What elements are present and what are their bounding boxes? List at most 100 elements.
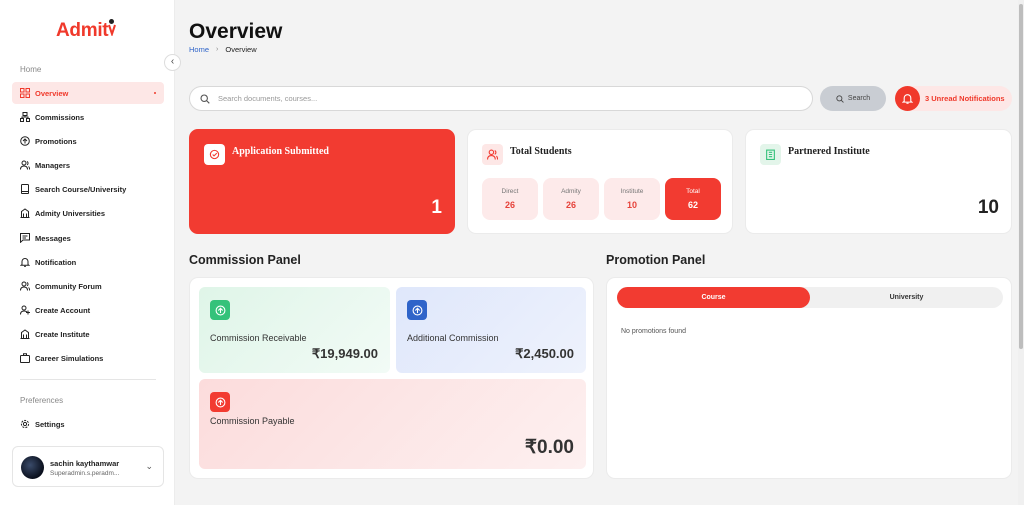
search-button-label: Search xyxy=(847,95,871,102)
user-plus-icon xyxy=(20,305,30,315)
sidebar-item-label: Messages xyxy=(35,233,71,243)
users-icon xyxy=(482,144,503,165)
students-institute-stat: Institute 10 xyxy=(604,178,660,220)
collapse-sidebar-button[interactable]: ‹ xyxy=(164,54,181,71)
arrow-circle-icon xyxy=(20,136,30,146)
bell-icon xyxy=(895,86,920,111)
sidebar-item-messages[interactable]: Messages xyxy=(12,227,164,249)
promotion-tabs: Course University xyxy=(617,287,1003,308)
commission-panel: Commission Receivable ₹19,949.00 Additio… xyxy=(189,277,594,479)
arrow-circle-icon xyxy=(210,300,230,320)
sidebar-item-label: Search Course/University xyxy=(35,184,127,194)
search-button[interactable]: Search xyxy=(820,86,886,111)
additional-commission-card[interactable]: Additional Commission ₹2,450.00 xyxy=(396,287,586,373)
commission-payable-card[interactable]: Commission Payable ₹0.00 xyxy=(199,379,586,469)
sidebar-item-label: Create Account xyxy=(35,305,91,315)
promotion-panel-title: Promotion Panel xyxy=(606,253,706,267)
building-icon xyxy=(760,144,781,165)
sidebar-item-create-institute[interactable]: Create Institute xyxy=(12,323,164,345)
stat-value: 62 xyxy=(687,200,698,210)
chevron-right-icon: › xyxy=(216,46,219,53)
stat-label: Institute xyxy=(620,188,644,195)
sidebar-item-community-forum[interactable]: Community Forum xyxy=(12,275,164,297)
commission-value: ₹19,949.00 xyxy=(311,346,378,361)
sidebar-item-label: Overview xyxy=(35,88,69,98)
sidebar-item-admity-universities[interactable]: Admity Universities xyxy=(12,202,164,224)
bell-icon xyxy=(20,257,30,267)
card-title: Partnered Institute xyxy=(788,146,870,157)
card-title: Total Students xyxy=(510,146,572,157)
gear-icon xyxy=(20,419,30,429)
section-label-preferences: Preferences xyxy=(20,396,64,405)
search-bar xyxy=(189,86,813,111)
tab-university[interactable]: University xyxy=(810,287,1003,308)
search-icon xyxy=(836,94,844,103)
empty-state-message: No promotions found xyxy=(621,328,686,335)
students-total-stat: Total 62 xyxy=(665,178,721,220)
commission-label: Commission Receivable xyxy=(210,333,307,343)
page-scrollbar[interactable] xyxy=(1018,0,1024,505)
sidebar-item-label: Create Institute xyxy=(35,329,90,339)
sidebar-item-label: Community Forum xyxy=(35,281,102,291)
stat-value: 26 xyxy=(565,200,576,210)
commission-panel-title: Commission Panel xyxy=(189,253,301,267)
arrow-circle-icon xyxy=(210,392,230,412)
commission-receivable-card[interactable]: Commission Receivable ₹19,949.00 xyxy=(199,287,390,373)
stat-value: 26 xyxy=(504,200,515,210)
chevron-down-icon[interactable]: ⌄ xyxy=(145,461,153,472)
message-icon xyxy=(20,233,30,243)
sidebar-item-label: Promotions xyxy=(35,136,77,146)
chevron-left-icon: ‹ xyxy=(170,56,175,67)
users-icon xyxy=(20,160,30,170)
sidebar-item-label: Notification xyxy=(35,257,77,267)
building-icon xyxy=(20,329,30,339)
card-value: 10 xyxy=(977,197,999,218)
sidebar: Admit Home Overview Commissions Promotio… xyxy=(0,0,175,505)
breadcrumb-home-link[interactable]: Home xyxy=(189,45,209,54)
sidebar-item-label: Settings xyxy=(35,419,65,429)
sidebar-item-search-course[interactable]: Search Course/University xyxy=(12,178,164,200)
active-indicator xyxy=(154,92,156,94)
users-icon xyxy=(20,281,30,291)
card-value: 1 xyxy=(431,197,442,218)
application-submitted-card[interactable]: Application Submitted 1 xyxy=(189,129,455,234)
sidebar-item-label: Commissions xyxy=(35,112,85,122)
notifications-button[interactable]: 3 Unread Notifications xyxy=(895,86,1012,111)
students-direct-stat: Direct 26 xyxy=(482,178,538,220)
scrollbar-thumb[interactable] xyxy=(1019,4,1023,349)
sidebar-item-managers[interactable]: Managers xyxy=(12,154,164,176)
building-icon xyxy=(20,208,30,218)
user-name: sachin kaythamwar xyxy=(50,459,120,468)
brand-logo[interactable]: Admit xyxy=(56,19,117,42)
sidebar-item-overview[interactable]: Overview xyxy=(12,82,164,104)
partnered-institute-card[interactable]: Partnered Institute 10 xyxy=(745,129,1012,234)
tab-course[interactable]: Course xyxy=(617,287,810,308)
stat-label: Direct xyxy=(501,188,519,195)
user-profile-card[interactable]: sachin kaythamwar Superadmin.s.peradm...… xyxy=(12,446,164,487)
sidebar-item-create-account[interactable]: Create Account xyxy=(12,299,164,321)
grid-icon xyxy=(20,88,30,98)
total-students-card: Total Students Direct 26 Admity 26 Insti… xyxy=(467,129,733,234)
commission-label: Commission Payable xyxy=(210,416,295,426)
promotion-panel: Course University No promotions found xyxy=(606,277,1012,479)
sidebar-item-settings[interactable]: Settings xyxy=(12,413,164,435)
notifications-label: 3 Unread Notifications xyxy=(925,94,1005,103)
sidebar-item-promotions[interactable]: Promotions xyxy=(12,130,164,152)
sidebar-item-notification[interactable]: Notification xyxy=(12,251,164,273)
user-email: Superadmin.s.peradm... xyxy=(50,470,120,477)
search-input[interactable] xyxy=(218,94,778,103)
page-title: Overview xyxy=(189,20,283,43)
sidebar-item-career-simulations[interactable]: Career Simulations xyxy=(12,347,164,369)
sidebar-item-label: Career Simulations xyxy=(35,353,104,363)
search-icon xyxy=(200,93,210,104)
commission-value: ₹2,450.00 xyxy=(515,346,574,361)
stat-label: Total xyxy=(686,188,700,195)
sidebar-item-label: Admity Universities xyxy=(35,208,106,218)
network-icon xyxy=(20,112,30,122)
book-icon xyxy=(20,184,30,194)
commission-label: Additional Commission xyxy=(407,333,499,343)
logo-mark-icon xyxy=(108,19,117,38)
stat-value: 10 xyxy=(626,200,637,210)
sidebar-item-commissions[interactable]: Commissions xyxy=(12,106,164,128)
sidebar-item-label: Managers xyxy=(35,160,71,170)
